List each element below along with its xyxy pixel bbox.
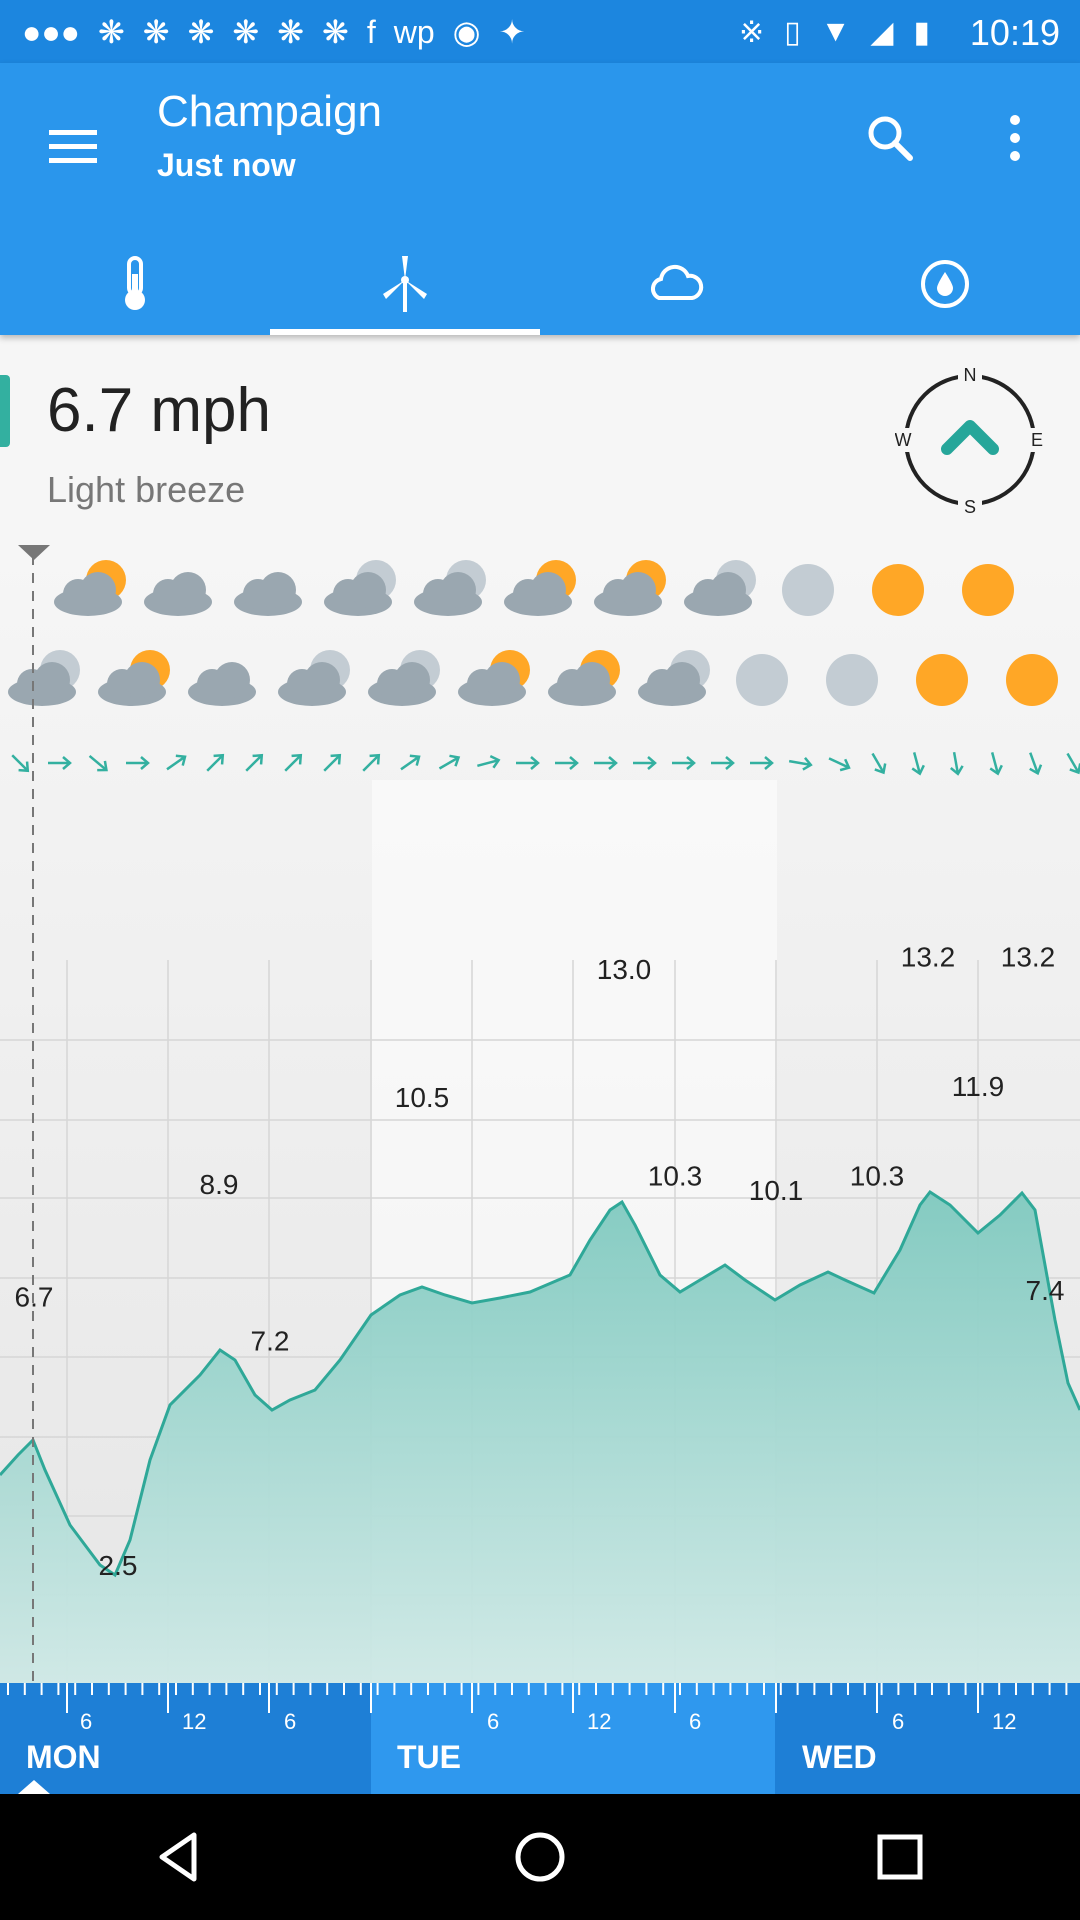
moon-icon (782, 564, 834, 616)
more-vert-icon[interactable] (990, 108, 1040, 168)
sun-icon (962, 564, 1014, 616)
data-label: 13.2 (901, 942, 956, 973)
more-icon: ●●● (22, 13, 80, 50)
wind-chart[interactable]: 6.72.58.97.210.513.010.310.110.313.211.9… (0, 535, 1080, 1685)
tab-temperature[interactable] (0, 233, 270, 335)
facebook-icon: f (366, 13, 376, 50)
moon-icon (826, 654, 878, 706)
sun-icon (872, 564, 924, 616)
wind-direction-arrow (941, 420, 999, 455)
tab-precipitation[interactable] (810, 233, 1080, 335)
fan-icon: ❋ (277, 14, 305, 50)
droplet-icon (921, 260, 969, 308)
compass-n: N (964, 365, 977, 385)
data-label: 10.3 (850, 1160, 905, 1191)
recents-icon[interactable] (870, 1827, 930, 1887)
bluetooth-icon: ※ (739, 15, 765, 49)
day-timeline[interactable]: MON 6 12 6 TUE 6 12 6 WED 6 12 (0, 1683, 1080, 1794)
tab-wind[interactable] (270, 233, 540, 335)
satellite-icon: ✦ (498, 14, 526, 50)
compass-e: E (1031, 430, 1043, 450)
status-bar: ●●● ❋ ❋ ❋ ❋ ❋ ❋ f wp ◉ ✦ ※ ▯ ▼ ◢ ▮ 10:19 (0, 0, 1080, 63)
location-title[interactable]: Champaign (157, 87, 382, 137)
fan-icon: ❋ (187, 14, 215, 50)
lock-icon: ◉ (452, 14, 481, 50)
system-icons: ※ ▯ ▼ ◢ ▮ (739, 10, 930, 54)
data-label: 11.9 (952, 1071, 1004, 1102)
accent-bar (0, 375, 10, 447)
data-label: 10.3 (648, 1160, 703, 1191)
vibrate-icon: ▯ (784, 15, 801, 49)
timeline-ticks (7, 1683, 1068, 1713)
current-wind-panel: 6.7 mph Light breeze N S W E (0, 335, 1080, 525)
data-label: 10.1 (749, 1175, 804, 1206)
battery-icon: ▮ (913, 15, 930, 49)
day-label: MON (26, 1739, 101, 1775)
compass-s: S (964, 497, 976, 515)
search-icon[interactable] (860, 108, 920, 168)
tab-bar (0, 233, 1080, 335)
sun-icon (916, 654, 968, 706)
wifi-icon: ▼ (820, 15, 851, 48)
thermometer-icon (125, 256, 145, 310)
compass-w: W (895, 430, 912, 450)
day-label: TUE (397, 1739, 461, 1775)
now-position-marker (18, 1780, 50, 1794)
system-nav-bar (0, 1794, 1080, 1920)
compass-icon: N S W E (895, 365, 1045, 515)
data-label: 2.5 (99, 1550, 138, 1581)
data-label: 13.0 (597, 954, 652, 985)
signal-icon: ◢ (870, 15, 894, 49)
update-time: Just now (157, 147, 296, 183)
data-label: 7.2 (251, 1326, 290, 1357)
wind-description: Light breeze (47, 469, 246, 510)
wind-speed: 6.7 mph (47, 376, 272, 445)
day-label: WED (802, 1739, 877, 1775)
fan-icon: ❋ (232, 14, 260, 50)
app-bar: Champaign Just now (0, 63, 1080, 335)
washington-post-icon: wp (393, 13, 435, 50)
notification-icons: ●●● ❋ ❋ ❋ ❋ ❋ ❋ f wp ◉ ✦ (22, 10, 525, 54)
fan-icon: ❋ (97, 14, 125, 50)
fan-icon: ❋ (142, 14, 170, 50)
data-label: 13.2 (1001, 942, 1056, 973)
fan-icon: ❋ (322, 14, 349, 50)
data-label: 7.4 (1026, 1275, 1065, 1306)
menu-icon[interactable] (40, 113, 106, 179)
moon-icon (736, 654, 788, 706)
clock: 10:19 (969, 12, 1060, 53)
home-icon[interactable] (510, 1827, 570, 1887)
wind-turbine-icon (383, 256, 427, 312)
cloud-icon (650, 264, 704, 300)
data-label: 10.5 (395, 1082, 450, 1113)
back-icon[interactable] (150, 1827, 210, 1887)
sun-icon (1006, 654, 1058, 706)
tab-cloud[interactable] (540, 233, 810, 335)
data-label: 8.9 (200, 1169, 239, 1200)
